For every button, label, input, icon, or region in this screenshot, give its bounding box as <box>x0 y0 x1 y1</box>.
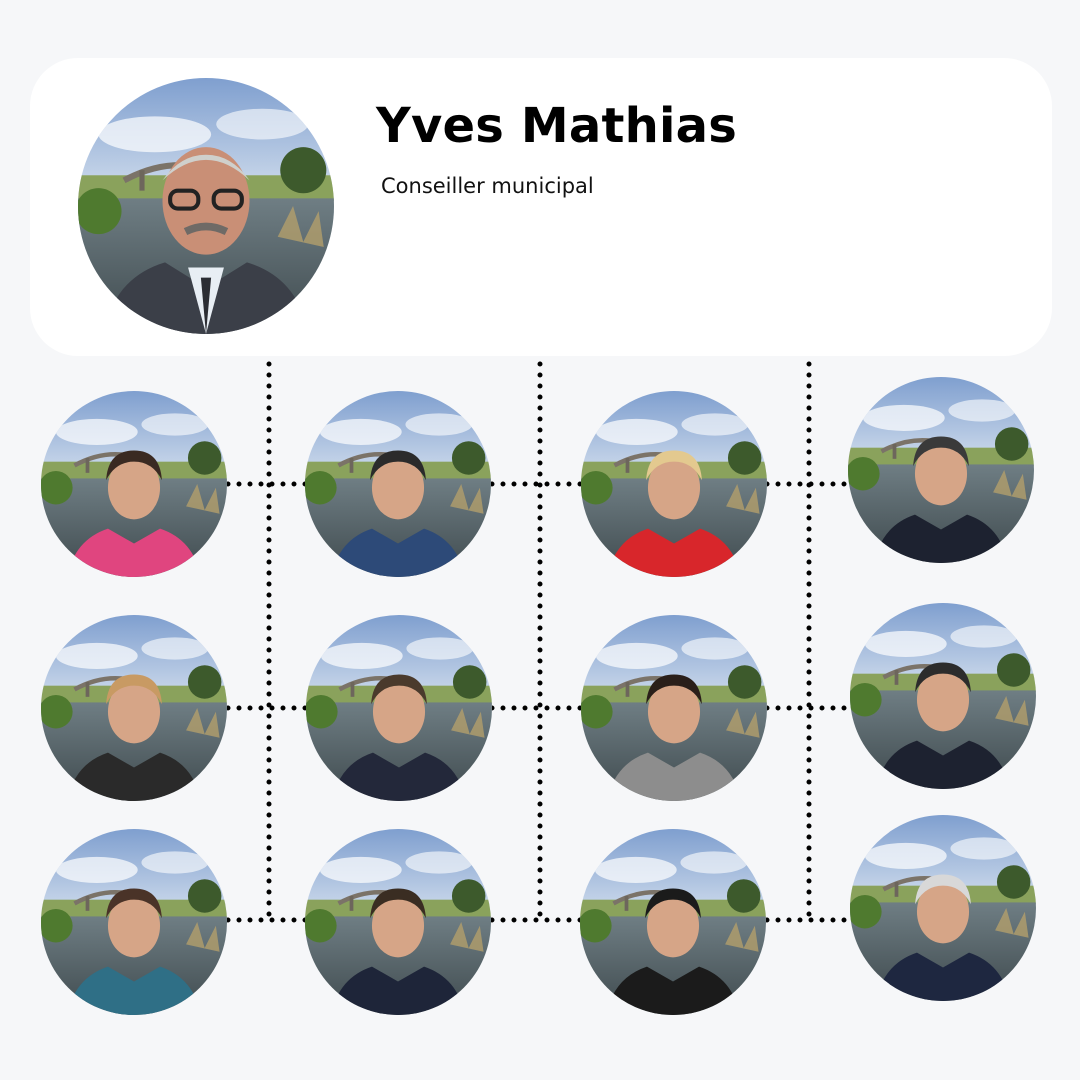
team-member-photo <box>580 829 766 1015</box>
team-member-photo <box>41 829 227 1015</box>
team-member-photo <box>848 377 1034 563</box>
team-member-photo <box>581 615 767 801</box>
team-member-photo <box>305 829 491 1015</box>
team-member-photo <box>305 391 491 577</box>
team-member-photo <box>850 603 1036 789</box>
team-member-photo <box>306 615 492 801</box>
team-member-photo <box>41 391 227 577</box>
team-member-photo <box>850 815 1036 1001</box>
team-member-photo <box>41 615 227 801</box>
team-member-photo <box>581 391 767 577</box>
